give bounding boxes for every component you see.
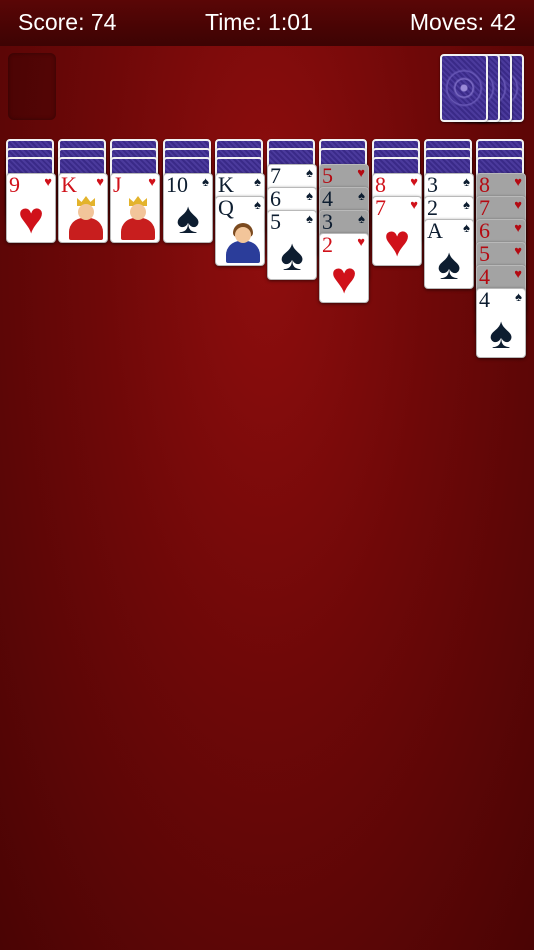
large-spade-icon: ♠ <box>489 309 513 358</box>
spade-icon: ♠ <box>254 174 261 189</box>
heart-icon: ♥ <box>410 197 418 212</box>
playing-card[interactable]: 7 ♥ ♥ <box>372 196 422 266</box>
card-rank: 6 <box>270 187 281 211</box>
large-spade-icon: ♠ <box>280 231 304 280</box>
time-label: Time: 1:01 <box>205 9 313 35</box>
large-heart-icon: ♥ <box>383 217 411 266</box>
large-heart-icon: ♥ <box>17 194 45 243</box>
large-heart-icon: ♥ <box>330 254 358 303</box>
spade-icon: ♠ <box>463 174 470 189</box>
stock-card-back[interactable] <box>440 54 488 122</box>
card-rank: 7 <box>479 196 490 220</box>
playing-card[interactable]: 5 ♠ ♠ <box>267 210 317 280</box>
king-portrait-icon <box>67 194 105 240</box>
card-rank: 6 <box>479 219 490 243</box>
spade-icon: ♠ <box>202 174 209 189</box>
card-rank: K <box>218 173 234 197</box>
spade-icon: ♠ <box>358 211 365 226</box>
heart-icon: ♥ <box>44 174 52 189</box>
moves-label: Moves: 42 <box>409 9 516 35</box>
card-rank: 3 <box>322 210 333 234</box>
playing-card[interactable]: A ♠ ♠ <box>424 219 474 289</box>
large-spade-icon: ♠ <box>437 240 461 289</box>
playing-card[interactable]: Q ♠ <box>215 196 265 266</box>
card-rank: 3 <box>427 173 438 197</box>
heart-icon: ♥ <box>96 174 104 189</box>
spade-icon: ♠ <box>306 188 313 203</box>
heart-icon: ♥ <box>410 174 418 189</box>
playing-card[interactable]: 4 ♠ ♠ <box>476 288 526 358</box>
spade-icon: ♠ <box>306 211 313 226</box>
large-spade-icon: ♠ <box>176 194 200 243</box>
card-rank: 5 <box>322 164 333 188</box>
stock-pile[interactable] <box>440 54 526 124</box>
card-rank: 8 <box>479 173 490 197</box>
heart-icon: ♥ <box>514 243 522 258</box>
score-label: Score: 74 <box>18 9 117 35</box>
card-rank: 4 <box>322 187 333 211</box>
playing-card[interactable]: K ♥ <box>58 173 108 243</box>
heart-icon: ♥ <box>514 197 522 212</box>
playing-card[interactable]: J ♥ <box>110 173 160 243</box>
queen-portrait-icon <box>224 217 262 263</box>
playing-card[interactable]: 2 ♥ ♥ <box>319 233 369 303</box>
heart-icon: ♥ <box>514 174 522 189</box>
spade-icon: ♠ <box>306 165 313 180</box>
card-rank: 8 <box>375 173 386 197</box>
jack-portrait-icon <box>119 194 157 240</box>
heart-icon: ♥ <box>357 165 365 180</box>
heart-icon: ♥ <box>514 220 522 235</box>
completed-sequences-slot <box>8 53 56 120</box>
spade-icon: ♠ <box>358 188 365 203</box>
spade-icon: ♠ <box>254 197 261 212</box>
spade-icon: ♠ <box>463 220 470 235</box>
heart-icon: ♥ <box>148 174 156 189</box>
heart-icon: ♥ <box>357 234 365 249</box>
spade-icon: ♠ <box>463 197 470 212</box>
heart-icon: ♥ <box>514 266 522 281</box>
playing-card[interactable]: 10 ♠ ♠ <box>163 173 213 243</box>
card-rank: 4 <box>479 265 490 289</box>
card-rank: 2 <box>427 196 438 220</box>
card-rank: 7 <box>270 164 281 188</box>
card-rank: 5 <box>479 242 490 266</box>
playing-card[interactable]: 9 ♥ ♥ <box>6 173 56 243</box>
spade-icon: ♠ <box>515 289 522 304</box>
top-status-bar: Score: 74 Time: 1:01 Moves: 42 <box>0 0 534 46</box>
